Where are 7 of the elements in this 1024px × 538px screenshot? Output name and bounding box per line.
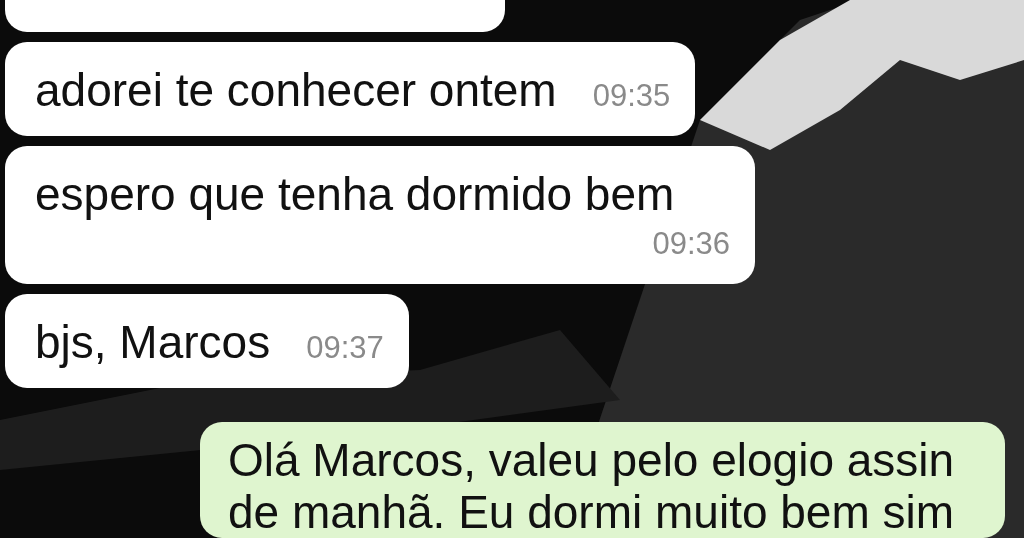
message-time: 09:37 xyxy=(306,329,384,367)
message-time: 09:36 xyxy=(652,225,730,263)
message-time: 09:35 xyxy=(592,77,671,115)
message-text: bjs, Marcos xyxy=(35,315,271,370)
message-text: Olá Marcos, valeu pelo elogio assin de manhã. Eu dormi muito bem sim xyxy=(228,434,956,538)
message-text: espero que tenha dormido bem xyxy=(35,167,675,222)
message-text: adorei te conhecer ontem xyxy=(35,63,557,118)
